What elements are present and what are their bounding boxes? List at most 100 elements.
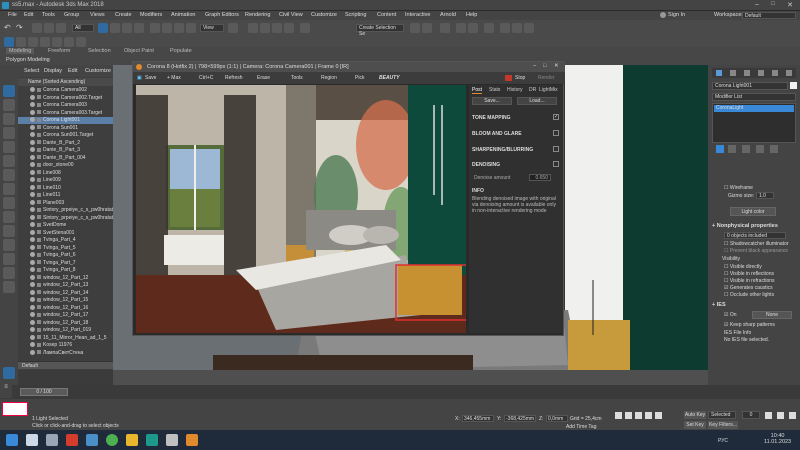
tab-dr[interactable]: DR (529, 87, 536, 93)
explorer-row[interactable]: Dante_B_Part_3 (18, 147, 113, 154)
occlude-lights-checkbox[interactable]: ☐ Occlude other lights (724, 292, 774, 298)
objects-included-button[interactable]: 0 objects included (724, 232, 786, 239)
post-save-button[interactable]: Save... (472, 97, 512, 105)
menu-graph-editors[interactable]: Graph Editors (205, 12, 239, 18)
menu-scripting[interactable]: Scripting (345, 12, 366, 18)
sidebar-display-icon[interactable] (3, 99, 15, 111)
unlink-icon[interactable] (44, 23, 54, 33)
place-icon[interactable] (186, 23, 196, 33)
explorer-row[interactable]: 15_11_Mirror_Hean_ad_1_5 (18, 335, 113, 342)
menu-arnold[interactable]: Arnold (440, 12, 456, 18)
tab-stats[interactable]: Stats (489, 87, 500, 93)
section-sharpening[interactable]: SHARPENING/BLURRING (472, 147, 533, 153)
light-color-button[interactable]: Light color (730, 207, 776, 216)
explorer-row[interactable]: Dante_B_Part_004 (18, 155, 113, 162)
y-coord-field[interactable]: -368,425mm (504, 415, 536, 422)
visibility-eye-icon[interactable] (30, 154, 35, 160)
explorer-row[interactable]: window_12_Part_15 (18, 297, 113, 304)
play-icon[interactable] (635, 412, 642, 419)
visibility-eye-icon[interactable] (30, 252, 35, 258)
explorer-column-header[interactable]: Name (Sorted Ascending) (18, 78, 113, 86)
auto-key-button[interactable]: Auto Key (684, 411, 706, 419)
bind-spacewarp-icon[interactable] (56, 23, 66, 33)
visibility-eye-icon[interactable] (30, 237, 35, 243)
explorer-tab-edit[interactable]: Edit (68, 68, 77, 74)
explorer-row[interactable]: window_12_Part_18 (18, 320, 113, 327)
visibility-eye-icon[interactable] (30, 132, 35, 138)
pivot-icon[interactable] (228, 23, 238, 33)
denoise-amount-field[interactable]: 0.650 (529, 174, 551, 181)
sidebar-cameras-icon[interactable] (3, 155, 15, 167)
ribbon-tab-freeform[interactable]: Freeform (48, 48, 70, 54)
3dsmax-icon[interactable] (146, 434, 158, 446)
pan-view-icon[interactable] (777, 412, 784, 419)
explorer-row[interactable]: window_12_Part_019 (18, 327, 113, 334)
utilities-tab-icon[interactable] (786, 70, 792, 76)
visibility-eye-icon[interactable] (30, 124, 35, 130)
windows-start-icon[interactable] (6, 434, 18, 446)
curve-editor-icon[interactable] (456, 23, 466, 33)
corona-icon-2[interactable] (16, 37, 26, 47)
sidebar-helpers-icon[interactable] (3, 169, 15, 181)
go-to-start-icon[interactable] (615, 412, 622, 419)
explorer-row[interactable]: Line011 (18, 192, 113, 199)
scale-icon[interactable] (174, 23, 184, 33)
visibility-eye-icon[interactable] (30, 282, 35, 288)
menu-file[interactable]: File (8, 12, 17, 18)
menu-modifiers[interactable]: Modifiers (140, 12, 162, 18)
explorer-row[interactable]: Line010 (18, 185, 113, 192)
render-teapot-icon[interactable] (524, 23, 534, 33)
ies-file-button[interactable]: None (752, 311, 792, 319)
visibility-eye-icon[interactable] (30, 177, 35, 183)
layer-icon[interactable] (440, 23, 450, 33)
explorer-row[interactable]: Corona Light001 (18, 117, 113, 124)
gizmo-size-field[interactable]: 1.0 (756, 192, 774, 199)
configure-sets-icon[interactable] (770, 145, 778, 153)
timeline-toggle-icon[interactable]: ≡ (0, 384, 12, 398)
sidebar-frozen-icon[interactable] (3, 267, 15, 279)
explorer-row[interactable]: window_12_Part_13 (18, 282, 113, 289)
menu-group[interactable]: Group (64, 12, 79, 18)
corona-icon-7[interactable] (76, 37, 86, 47)
wireframe-checkbox[interactable]: ☐ Wireframe (724, 185, 753, 191)
ribbon-polygon-modeling[interactable]: Polygon Modeling (6, 57, 50, 63)
render-frame-icon[interactable] (512, 23, 522, 33)
explorer-row[interactable]: Corona Camera002 (18, 87, 113, 94)
task-view-icon[interactable] (46, 434, 58, 446)
tone-mapping-checkbox[interactable]: ✓ (553, 114, 559, 120)
visibility-eye-icon[interactable] (30, 244, 35, 250)
sidebar-layers-icon[interactable] (3, 367, 15, 379)
tab-post[interactable]: Post (472, 87, 483, 94)
explorer-tab-customize[interactable]: Customize (85, 68, 111, 74)
modifier-stack-item[interactable]: CoronaLight (714, 105, 794, 112)
select-by-name-icon[interactable] (110, 23, 120, 33)
language-indicator[interactable]: РУС (718, 438, 728, 444)
sidebar-particles-icon[interactable] (3, 253, 15, 265)
motion-tab-icon[interactable] (758, 70, 764, 76)
ribbon-tab-populate[interactable]: Populate (170, 48, 192, 54)
denoising-checkbox[interactable] (553, 161, 559, 167)
explorer-row[interactable]: ЛампаСветСтена (18, 350, 113, 357)
visibility-eye-icon[interactable] (30, 229, 35, 235)
make-unique-icon[interactable] (742, 145, 750, 153)
explorer-row[interactable]: window_12_Part_12 (18, 275, 113, 282)
select-object-icon[interactable] (98, 23, 108, 33)
ribbon-tab-selection[interactable]: Selection (88, 48, 111, 54)
pin-stack-icon[interactable] (716, 145, 724, 153)
explorer-row[interactable]: Sintory_prpeiye_c_s_pw0hratat (18, 207, 113, 214)
coord-system-dropdown[interactable]: View (200, 24, 224, 32)
visibility-eye-icon[interactable] (30, 319, 35, 325)
sidebar-select-icon[interactable] (3, 85, 15, 97)
set-key-button[interactable]: Set Key (684, 421, 706, 429)
mail-icon[interactable] (86, 434, 98, 446)
explorer-row[interactable]: SvetDome (18, 222, 113, 229)
corona-icon-6[interactable] (64, 37, 74, 47)
visibility-eye-icon[interactable] (30, 259, 35, 265)
object-name-field[interactable]: Corona Light001 (712, 82, 788, 90)
visibility-eye-icon[interactable] (30, 109, 35, 115)
orbit-icon[interactable] (789, 412, 796, 419)
sidebar-shapes-icon[interactable] (3, 127, 15, 139)
shadowcatcher-checkbox[interactable]: ☐ Shadowcatcher illuminator (724, 241, 789, 247)
menu-views[interactable]: Views (90, 12, 105, 18)
explorer-row[interactable]: window_12_Part_17 (18, 312, 113, 319)
